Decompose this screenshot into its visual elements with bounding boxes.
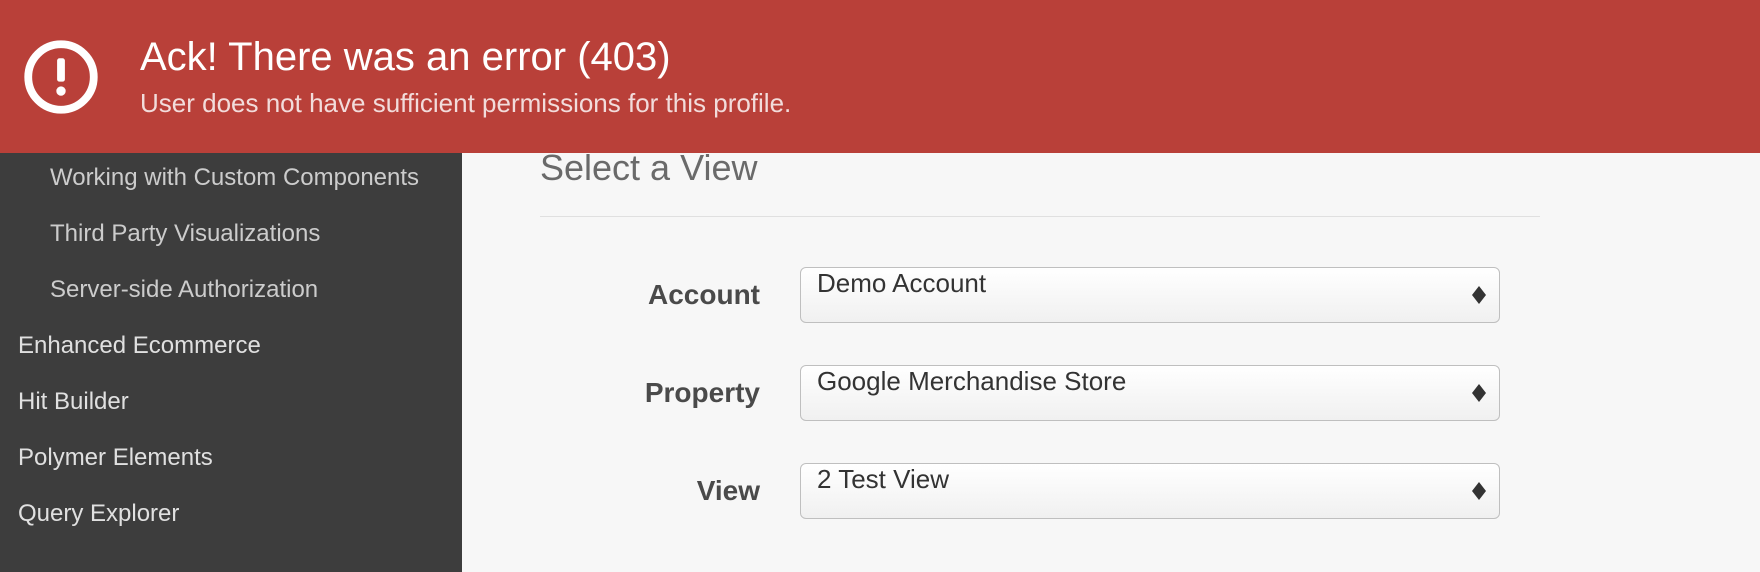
property-select[interactable]: Google Merchandise Store xyxy=(800,365,1500,421)
error-title: Ack! There was an error (403) xyxy=(140,35,791,80)
form-row-view: View 2 Test View xyxy=(540,463,1760,519)
sidebar-item-polymer-elements[interactable]: Polymer Elements xyxy=(0,430,462,486)
sidebar-item-enhanced-ecommerce[interactable]: Enhanced Ecommerce xyxy=(0,318,462,374)
form-row-property: Property Google Merchandise Store xyxy=(540,365,1760,421)
section-title: Select a View xyxy=(540,150,1760,186)
error-banner: Ack! There was an error (403) User does … xyxy=(0,0,1760,153)
property-label: Property xyxy=(540,377,800,409)
view-label: View xyxy=(540,475,800,507)
view-select[interactable]: 2 Test View xyxy=(800,463,1500,519)
sidebar-subitem-custom-components[interactable]: Working with Custom Components xyxy=(0,150,462,206)
sidebar-item-query-explorer[interactable]: Query Explorer xyxy=(0,486,462,536)
account-label: Account xyxy=(540,279,800,311)
form-row-account: Account Demo Account xyxy=(540,267,1760,323)
sidebar-item-hit-builder[interactable]: Hit Builder xyxy=(0,374,462,430)
sidebar-subitem-third-party-viz[interactable]: Third Party Visualizations xyxy=(0,206,462,262)
sidebar-subitem-server-side-auth[interactable]: Server-side Authorization xyxy=(0,262,462,318)
alert-circle-icon xyxy=(22,38,100,116)
error-message: User does not have sufficient permission… xyxy=(140,88,791,119)
account-select[interactable]: Demo Account xyxy=(800,267,1500,323)
section-divider xyxy=(540,216,1540,217)
